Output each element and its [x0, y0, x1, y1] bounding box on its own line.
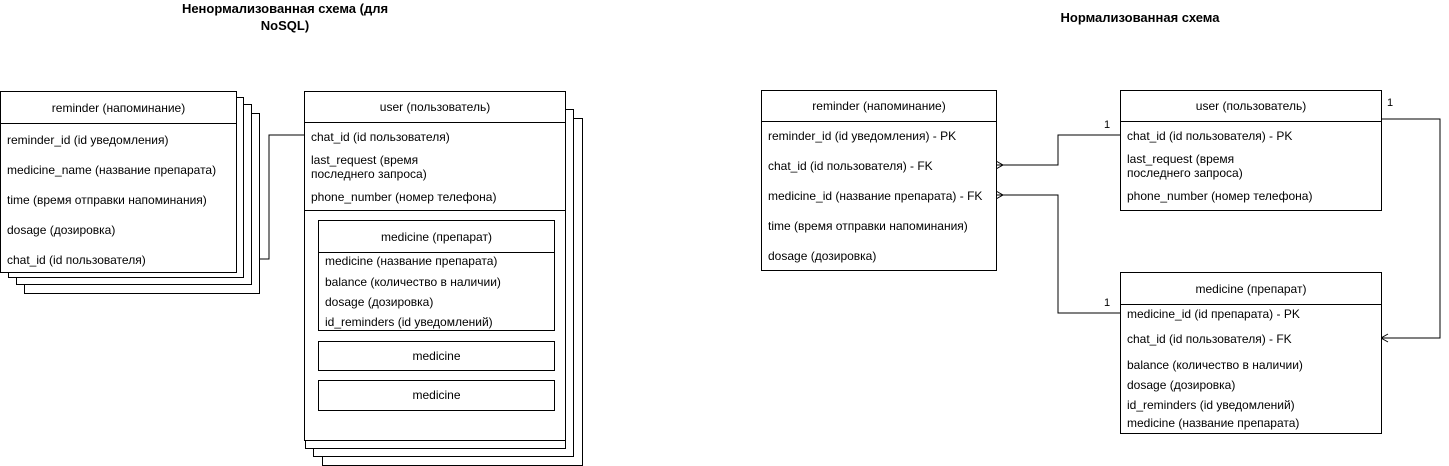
left-reminder-entity: reminder (напоминание) reminder_id (id у…: [0, 91, 237, 273]
right-user-medicine-link: [1381, 118, 1441, 339]
left-medicine-field: medicine (название препарата): [325, 254, 498, 268]
right-user-field: chat_id (id пользователя) - PK: [1127, 129, 1293, 143]
left-medicine-field: id_reminders (id уведомлений): [325, 315, 493, 329]
left-reminder-header: reminder (напоминание): [1, 92, 236, 124]
right-reminder-user-link: [996, 134, 1120, 166]
right-reminder-field: medicine_id (название препарата) - FK: [768, 189, 983, 203]
right-medicine-field: medicine (название препарата): [1127, 416, 1300, 430]
right-user-entity: user (пользователь) chat_id (id пользова…: [1120, 90, 1382, 211]
cardinality-label: 1: [1104, 297, 1111, 309]
left-user-entity: user (пользователь) chat_id (id пользова…: [304, 91, 566, 441]
left-user-divider: [305, 210, 565, 211]
left-user-field: phone_number (номер телефона): [311, 190, 497, 204]
left-reminder-field: medicine_name (название препарата): [7, 163, 217, 177]
right-user-field: phone_number (номер телефона): [1127, 189, 1313, 203]
right-medicine-entity: medicine (препарат) medicine_id (id преп…: [1120, 272, 1382, 434]
right-reminder-header: reminder (напоминание): [762, 91, 996, 122]
left-medicine-stub: medicine: [318, 341, 555, 371]
left-user-header: user (пользователь): [305, 92, 565, 123]
right-reminder-entity: reminder (напоминание) reminder_id (id у…: [761, 90, 997, 271]
left-reminder-field: time (время отправки напоминания): [7, 193, 207, 207]
left-medicine-header: medicine (препарат): [319, 221, 554, 253]
right-medicine-header: medicine (препарат): [1121, 273, 1381, 305]
right-medicine-field: id_reminders (id уведомлений): [1127, 398, 1295, 412]
right-medicine-field: dosage (дозировка): [1127, 378, 1236, 392]
right-reminder-field: dosage (дозировка): [768, 249, 877, 263]
left-medicine-entity: medicine (препарат) medicine (название п…: [318, 220, 555, 331]
left-medicine-stub: medicine: [318, 380, 555, 411]
left-medicine-stub-label: medicine: [412, 349, 461, 363]
left-user-field: chat_id (id пользователя): [311, 130, 450, 144]
right-medicine-field: chat_id (id пользователя) - FK: [1127, 332, 1292, 346]
left-reminder-field: reminder_id (id уведомления): [7, 133, 169, 147]
right-reminder-field: reminder_id (id уведомления) - PK: [768, 129, 957, 143]
right-medicine-field: medicine_id (id препарата) - PK: [1127, 307, 1300, 321]
right-medicine-field: balance (количество в наличии): [1127, 358, 1303, 372]
left-medicine-field: dosage (дозировка): [325, 295, 434, 309]
left-reminder-field: dosage (дозировка): [7, 223, 116, 237]
left-medicine-field: balance (количество в наличии): [325, 275, 501, 289]
left-medicine-stub-label: medicine: [412, 388, 461, 402]
right-reminder-field: time (время отправки напоминания): [768, 219, 968, 233]
cardinality-label: 1: [1387, 97, 1394, 109]
cardinality-label: 1: [1104, 119, 1111, 131]
right-user-header: user (пользователь): [1121, 91, 1381, 122]
left-user-field: last_request (время последнего запроса): [311, 153, 427, 181]
right-reminder-medicine-link: [996, 194, 1120, 314]
right-reminder-field: chat_id (id пользователя) - FK: [768, 159, 933, 173]
left-reminder-field: chat_id (id пользователя): [7, 253, 146, 267]
right-user-field: last_request (время последнего запроса): [1127, 152, 1243, 180]
